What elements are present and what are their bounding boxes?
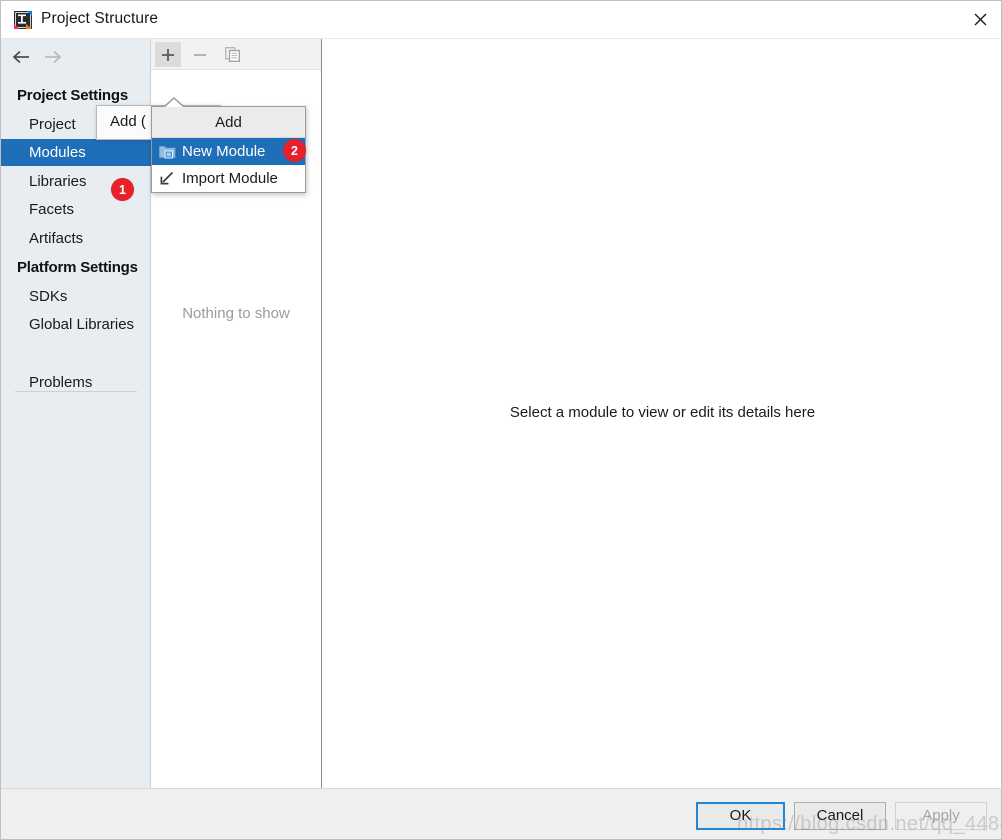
tooltip-text: Add ( [110, 113, 146, 130]
popup-menu-header: Add [152, 107, 305, 138]
menu-item-new-module-label: New Module [182, 143, 265, 160]
sidebar-group-project-settings: Project Settings [17, 87, 128, 104]
arrow-right-icon[interactable] [42, 46, 64, 68]
sidebar-item-sdks[interactable]: SDKs [1, 283, 151, 310]
window-title: Project Structure [41, 10, 158, 28]
details-empty-text: Select a module to view or edit its deta… [322, 404, 1002, 421]
module-list-empty-text: Nothing to show [151, 305, 321, 322]
annotation-badge-1: 1 [111, 178, 134, 201]
plus-icon[interactable] [155, 42, 181, 67]
dialog-footer: OK Cancel Apply [1, 788, 1002, 840]
annotation-badge-2: 2 [283, 139, 306, 162]
intellij-idea-logo [14, 11, 32, 29]
module-icon [158, 143, 176, 161]
sidebar-item-modules[interactable]: Modules [1, 139, 151, 166]
title-bar: Project Structure [1, 1, 1002, 39]
menu-item-import-module[interactable]: Import Module [152, 165, 305, 192]
popup-arrow [165, 99, 183, 107]
sidebar-group-platform-settings: Platform Settings [17, 259, 138, 276]
sidebar-item-global-libraries[interactable]: Global Libraries [1, 311, 151, 338]
settings-sidebar: Project Settings Project Modules Librari… [1, 39, 151, 788]
apply-button[interactable]: Apply [895, 802, 987, 830]
import-arrow-icon [158, 170, 176, 188]
module-details-panel: Select a module to view or edit its deta… [322, 39, 1002, 788]
copy-icon[interactable] [219, 42, 245, 67]
close-icon[interactable] [957, 1, 1002, 38]
menu-item-import-module-label: Import Module [182, 170, 278, 187]
sidebar-item-facets[interactable]: Facets [1, 196, 151, 223]
cancel-button[interactable]: Cancel [794, 802, 886, 830]
sidebar-item-artifacts[interactable]: Artifacts [1, 225, 151, 252]
arrow-left-icon[interactable] [10, 46, 32, 68]
module-toolbar [151, 39, 321, 70]
minus-icon[interactable] [187, 42, 213, 67]
dialog-body: Project Settings Project Modules Librari… [1, 39, 1002, 788]
sidebar-item-problems[interactable]: Problems [1, 369, 151, 396]
navigation-row [1, 39, 151, 75]
ok-button[interactable]: OK [696, 802, 785, 830]
project-structure-dialog: Project Structure [0, 0, 1002, 840]
